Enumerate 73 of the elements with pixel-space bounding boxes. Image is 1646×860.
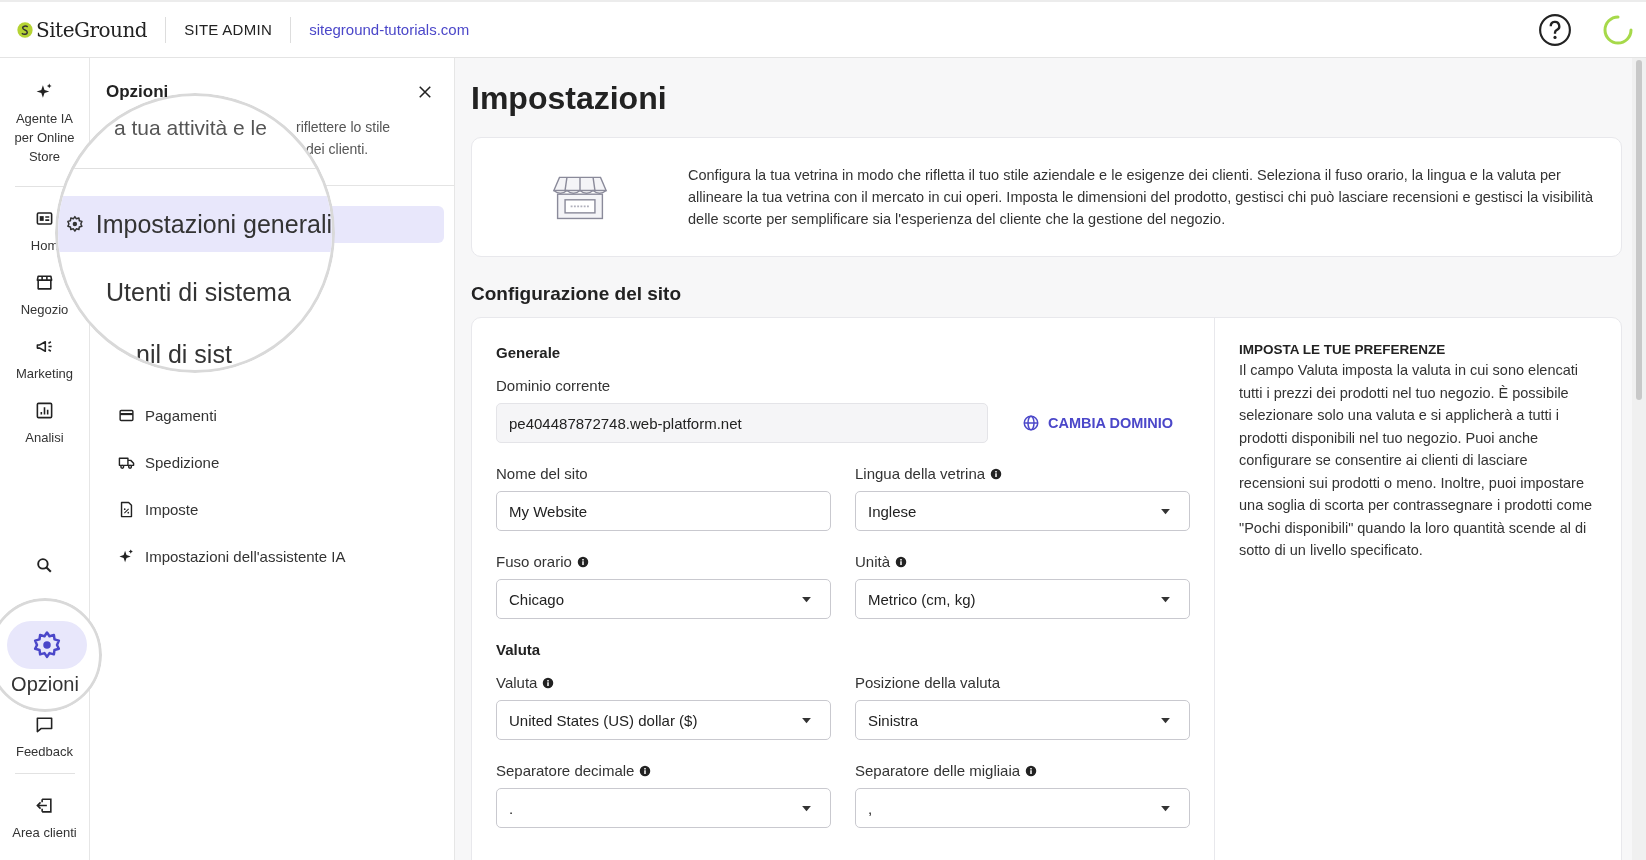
panel-title: Opzioni bbox=[106, 82, 169, 102]
tip-text: Il campo Valuta imposta la valuta in cui sono elencati tutti i prezzi dei prodotti nel tuo negozio. È possibile selezionare solo una valuta e si applicherà a tutti i prodotti disponibili nel tuo negozio. Puoi anche configurare se consentire ai clienti di lasciare recensioni sui prodotti o meno. Inoltre, puoi impostare una soglia di scorta per contrassegnare i prodotti come "Pochi disponibili" quando la loro quantità scende al di sotto di un livello specificato. bbox=[1239, 361, 1594, 560]
search-icon[interactable] bbox=[35, 556, 54, 575]
nav-item[interactable]: Agente IA per Online Store bbox=[9, 82, 80, 166]
nav-item[interactable]: Analisi bbox=[25, 401, 64, 447]
close-icon[interactable] bbox=[418, 85, 432, 99]
tip-heading: IMPOSTA LE TUE PREFERENZE bbox=[1239, 342, 1447, 357]
dropdown[interactable]: , bbox=[855, 788, 1190, 828]
dropdown[interactable]: Metrico (cm, kg) bbox=[855, 579, 1190, 619]
field-label: Posizione della valuta bbox=[855, 674, 1001, 691]
info-icon[interactable] bbox=[895, 555, 908, 568]
percent-document-icon bbox=[118, 501, 135, 518]
dropdown[interactable]: United States (US) dollar ($) bbox=[496, 700, 831, 740]
logo[interactable]: SiteGround bbox=[16, 17, 148, 42]
field-label: Fuso orario bbox=[496, 553, 572, 570]
dashboard-icon bbox=[35, 209, 54, 228]
dropdown[interactable]: Sinistra bbox=[855, 700, 1190, 740]
magnified-nav-label: Opzioni bbox=[10, 673, 80, 696]
credit-card-icon bbox=[118, 407, 135, 424]
info-icon[interactable] bbox=[542, 676, 555, 689]
dropdown[interactable]: Inglese bbox=[855, 491, 1190, 531]
menu-item[interactable]: Pagamenti bbox=[106, 392, 444, 439]
info-icon[interactable] bbox=[639, 764, 652, 777]
caret-icon bbox=[1160, 804, 1171, 812]
field-label: Unità bbox=[855, 553, 891, 570]
menu-item[interactable]: Spedizione bbox=[106, 439, 444, 486]
info-icon[interactable] bbox=[990, 467, 1003, 480]
chat-icon bbox=[35, 715, 54, 734]
spinner-icon bbox=[1602, 13, 1634, 46]
swirl-icon bbox=[16, 20, 34, 39]
nav-item[interactable]: Marketing bbox=[15, 337, 74, 383]
caret-icon bbox=[801, 716, 812, 724]
dropdown[interactable]: . bbox=[496, 788, 831, 828]
group-heading: Valuta bbox=[496, 641, 542, 658]
caret-icon bbox=[1160, 507, 1171, 515]
field-label: Separatore delle migliaia bbox=[855, 762, 1021, 779]
menu-item[interactable]: Imposte bbox=[106, 486, 444, 533]
field-label: Lingua della vetrina bbox=[855, 465, 986, 482]
caret-icon bbox=[801, 595, 812, 603]
info-icon[interactable] bbox=[1025, 764, 1038, 777]
field-label: Separatore decimale bbox=[496, 762, 635, 779]
intro-text: Configura la tua vetrina in modo che rifletta il tuo stile aziendale e le esigenze dei clienti. Seleziona il fuso orario, la lingua e la valuta per allineare la tua vetrina con il mercato in cui operi. Imposta le dimensioni del prodotto, gestisci chi può lasciare recensioni e gestisci la visibilità delle scorte per semplificare sia l'esperienza del cliente che la gestione del negozio. bbox=[688, 166, 1595, 229]
help-icon[interactable] bbox=[1538, 12, 1572, 47]
dropdown[interactable]: Chicago bbox=[496, 579, 831, 619]
settings-icon bbox=[32, 630, 62, 660]
group-heading: Generale bbox=[496, 344, 562, 361]
info-icon[interactable] bbox=[576, 555, 589, 568]
chart-icon bbox=[35, 401, 54, 420]
caret-icon bbox=[801, 804, 812, 812]
field-label: Dominio corrente bbox=[496, 377, 611, 394]
caret-icon bbox=[1160, 716, 1171, 724]
domain-field: pe404487872748.web-platform.net bbox=[496, 403, 988, 443]
exit-icon bbox=[35, 796, 54, 815]
scrollbar[interactable] bbox=[1632, 58, 1646, 860]
caret-icon bbox=[1160, 595, 1171, 603]
store-icon bbox=[35, 273, 54, 292]
change-domain-button[interactable]: CAMBIA DOMINIO bbox=[1018, 408, 1178, 438]
magnified-menu-item[interactable]: Impostazioni generali bbox=[58, 196, 332, 252]
description-text: riflettere lo stile bbox=[296, 118, 391, 137]
section-title: SITE ADMIN bbox=[184, 21, 273, 38]
nav-item[interactable]: Feedback bbox=[15, 715, 74, 761]
nav-item[interactable]: Area clienti bbox=[12, 796, 77, 842]
field-label: Nome del sito bbox=[496, 465, 588, 482]
globe-icon bbox=[1022, 414, 1040, 432]
magnified-text: a tua attività e le bbox=[114, 116, 267, 140]
page-title: Impostazioni bbox=[471, 80, 668, 117]
selected-nav-highlight[interactable] bbox=[7, 621, 87, 669]
menu-item[interactable]: Impostazioni dell'assistente IA bbox=[106, 533, 444, 580]
section-heading: Configurazione del sito bbox=[471, 283, 683, 305]
text-field[interactable]: My Website bbox=[496, 491, 831, 531]
field-label: Valuta bbox=[496, 674, 538, 691]
site-link[interactable]: siteground-tutorials.com bbox=[309, 21, 470, 38]
nav-item[interactable]: Negozio bbox=[20, 273, 69, 319]
